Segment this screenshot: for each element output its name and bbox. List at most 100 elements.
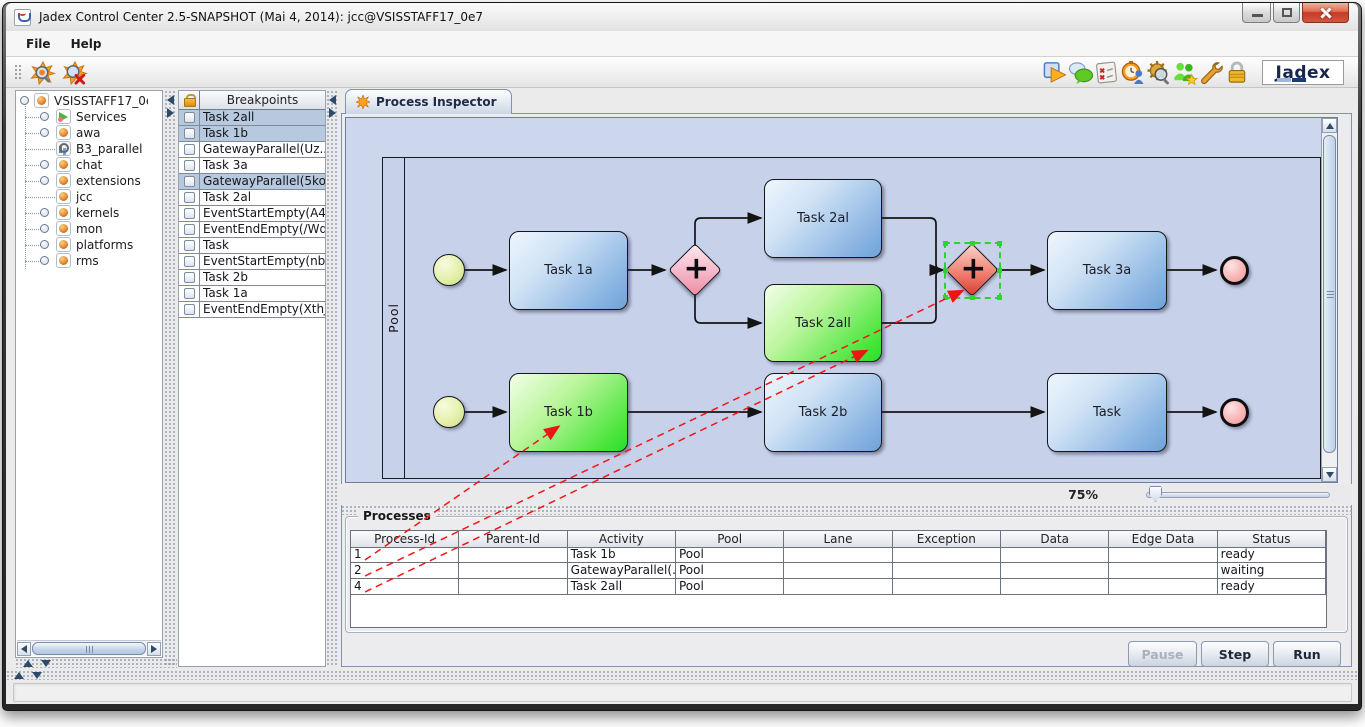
lock-column-header[interactable] — [179, 91, 200, 109]
start-event-bottom[interactable] — [433, 396, 465, 428]
process-column-header[interactable]: Status — [1218, 531, 1326, 548]
tree-item-jcc[interactable]: jcc — [16, 189, 148, 205]
tree-expand-handle-icon[interactable] — [40, 256, 49, 265]
collapse-left-icon[interactable] — [167, 95, 174, 105]
starter-icon[interactable] — [1042, 60, 1068, 85]
process-column-header[interactable]: Process-Id — [351, 531, 459, 548]
breakpoint-row[interactable]: Task 3a — [179, 158, 325, 174]
process-cell[interactable] — [784, 579, 892, 595]
process-cell[interactable] — [1001, 579, 1109, 595]
zoom-slider-track[interactable] — [1146, 492, 1330, 498]
breakpoints-split-divider[interactable] — [326, 90, 339, 667]
add-remote-platform-icon[interactable] — [30, 60, 56, 85]
scroll-down-arrow-icon[interactable] — [1322, 467, 1337, 482]
breakpoint-row[interactable]: EventStartEmpty(A4... — [179, 206, 325, 222]
breakpoint-checkbox[interactable] — [184, 128, 195, 139]
process-cell[interactable]: waiting — [1218, 563, 1326, 579]
breakpoint-checkbox[interactable] — [184, 256, 195, 267]
breakpoint-row[interactable]: Task 1b — [179, 126, 325, 142]
breakpoint-checkbox[interactable] — [184, 304, 195, 315]
menu-file[interactable]: File — [16, 34, 61, 54]
process-column-header[interactable]: Edge Data — [1109, 531, 1217, 548]
scroll-left-arrow-icon[interactable] — [17, 642, 31, 656]
process-cell[interactable]: 1 — [351, 547, 459, 563]
process-cell[interactable]: Pool — [676, 563, 784, 579]
security-icon[interactable] — [1224, 60, 1250, 85]
end-event-top[interactable] — [1220, 256, 1249, 285]
process-column-header[interactable]: Pool — [676, 531, 784, 548]
task-2b-node[interactable]: Task 2b — [764, 373, 882, 452]
task-3a-node[interactable]: Task 3a — [1047, 231, 1167, 310]
tree-expand-handle-icon[interactable] — [40, 128, 49, 137]
tree-item-rms[interactable]: rms — [16, 253, 148, 269]
breakpoint-checkbox[interactable] — [184, 192, 195, 203]
breakpoint-checkbox[interactable] — [184, 288, 195, 299]
breakpoint-row[interactable]: GatewayParallel(Uz... — [179, 142, 325, 158]
breakpoint-row[interactable]: EventEndEmpty(/Wd... — [179, 222, 325, 238]
close-button[interactable] — [1302, 3, 1349, 23]
toolbar-grip[interactable] — [14, 64, 23, 81]
tree-item-services[interactable]: Services — [16, 109, 148, 125]
breakpoint-row[interactable]: EventStartEmpty(nb... — [179, 254, 325, 270]
zoom-slider-thumb[interactable] — [1149, 486, 1162, 502]
tree-expand-handle-icon[interactable] — [40, 224, 49, 233]
task-1b-node[interactable]: Task 1b — [509, 373, 628, 452]
scroll-up-arrow-icon[interactable] — [1322, 118, 1337, 133]
breakpoint-row[interactable]: GatewayParallel(5ko... — [179, 174, 325, 190]
step-button[interactable]: Step — [1201, 641, 1269, 667]
process-cell[interactable] — [459, 579, 567, 595]
breakpoint-checkbox[interactable] — [184, 272, 195, 283]
tree-expand-handle-icon[interactable] — [40, 176, 49, 185]
process-cell[interactable] — [1109, 547, 1217, 563]
process-cell[interactable]: Pool — [676, 579, 784, 595]
process-cell[interactable]: ready — [1218, 579, 1326, 595]
test-center-icon[interactable] — [1094, 60, 1120, 85]
breakpoint-checkbox[interactable] — [184, 240, 195, 251]
collapse-down-icon[interactable] — [41, 660, 51, 667]
process-cell[interactable]: Pool — [676, 547, 784, 563]
tree-expand-handle-icon[interactable] — [40, 240, 49, 249]
awareness-icon[interactable] — [1172, 60, 1198, 85]
tab-process-inspector[interactable]: Process Inspector — [345, 89, 512, 114]
breakpoint-row[interactable]: Task 2al — [179, 190, 325, 206]
breakpoint-row[interactable]: Task — [179, 238, 325, 254]
left-split-divider[interactable] — [15, 658, 177, 668]
breakpoint-row[interactable]: Task 2all — [179, 110, 325, 126]
breakpoint-checkbox[interactable] — [184, 208, 195, 219]
menu-help[interactable]: Help — [61, 34, 112, 54]
tree-item-mon[interactable]: mon — [16, 221, 148, 237]
process-cell[interactable] — [1001, 547, 1109, 563]
collapse-right-icon[interactable] — [329, 108, 336, 118]
tree-item-extensions[interactable]: extensions — [16, 173, 148, 189]
process-cell[interactable] — [893, 579, 1001, 595]
breakpoint-checkbox[interactable] — [184, 160, 195, 171]
diagram-vscroll-thumb[interactable] — [1323, 135, 1336, 453]
scroll-right-arrow-icon[interactable] — [147, 642, 161, 656]
maximize-button[interactable] — [1273, 3, 1300, 23]
process-cell[interactable] — [1109, 579, 1217, 595]
status-split-divider[interactable] — [6, 670, 1357, 680]
tree-expand-handle-icon[interactable] — [40, 160, 49, 169]
simulation-icon[interactable] — [1120, 60, 1146, 85]
task-2al-node[interactable]: Task 2al — [764, 179, 882, 258]
task-1a-node[interactable]: Task 1a — [509, 231, 628, 310]
settings-icon[interactable] — [1198, 60, 1224, 85]
process-cell[interactable]: Task 1b — [568, 547, 676, 563]
breakpoint-row[interactable]: EventEndEmpty(XthJ... — [179, 302, 325, 318]
debugger-icon[interactable] — [1146, 60, 1172, 85]
process-cell[interactable]: ready — [1218, 547, 1326, 563]
tree-item-kernels[interactable]: kernels — [16, 205, 148, 221]
breakpoint-checkbox[interactable] — [184, 112, 195, 123]
end-event-bottom[interactable] — [1220, 398, 1249, 427]
tree-item-platforms[interactable]: platforms — [16, 237, 148, 253]
breakpoints-column-header[interactable]: Breakpoints — [200, 91, 325, 109]
process-cell[interactable] — [784, 547, 892, 563]
process-cell[interactable] — [459, 547, 567, 563]
start-event-top[interactable] — [433, 254, 465, 286]
run-button[interactable]: Run — [1273, 641, 1341, 667]
diagram-vscrollbar[interactable] — [1321, 118, 1337, 482]
collapse-left-icon[interactable] — [329, 95, 336, 105]
task-2all-node[interactable]: Task 2all — [764, 284, 882, 362]
process-cell[interactable] — [1109, 563, 1217, 579]
tree-split-divider[interactable] — [164, 90, 177, 667]
